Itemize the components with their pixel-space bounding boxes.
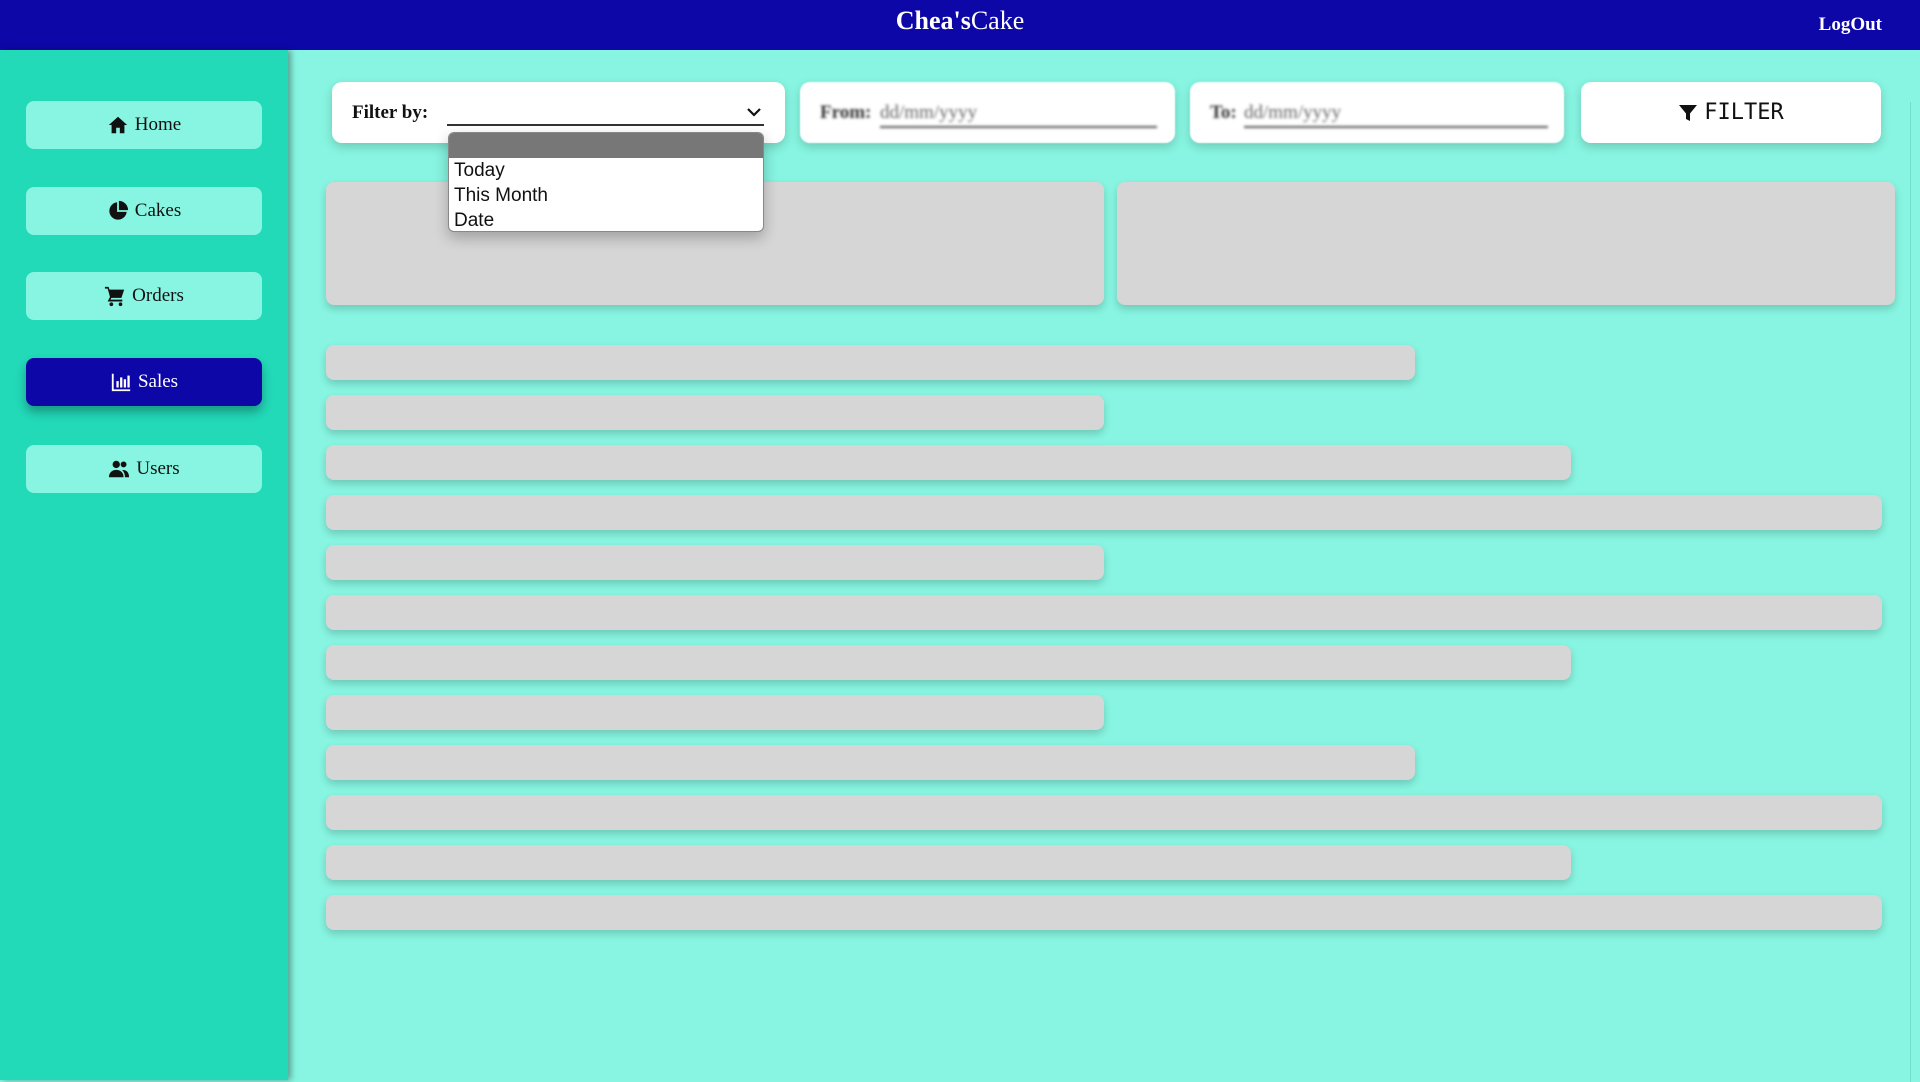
- sidebar-item-label: Users: [136, 458, 180, 479]
- filter-by-select[interactable]: [447, 100, 764, 126]
- filter-by-dropdown-list: Today This Month Date: [448, 132, 764, 232]
- to-date-card: To: dd/mm/yyyy: [1190, 82, 1564, 143]
- sidebar-item-cakes[interactable]: Cakes: [26, 187, 262, 235]
- dropdown-option-date[interactable]: Date: [449, 208, 763, 231]
- brand-title-regular: Cake: [970, 6, 1025, 35]
- skeleton-row: [326, 495, 1882, 530]
- cart-icon: [105, 286, 125, 307]
- skeleton-row: [326, 345, 1415, 380]
- sidebar-item-orders[interactable]: Orders: [26, 272, 262, 320]
- sidebar-item-label: Cakes: [134, 200, 182, 221]
- sidebar-item-label: Home: [134, 114, 182, 135]
- from-date-card: From: dd/mm/yyyy: [800, 82, 1175, 143]
- sidebar-item-label: Orders: [132, 285, 184, 306]
- logout-link[interactable]: LogOut: [1819, 14, 1882, 36]
- skeleton-row: [326, 895, 1882, 930]
- skeleton-row: [326, 745, 1415, 780]
- brand-title: Chea'sCake: [0, 6, 1920, 36]
- to-label: To:: [1210, 102, 1237, 123]
- skeleton-row: [326, 445, 1571, 480]
- page-scrollbar[interactable]: [1908, 50, 1920, 1082]
- funnel-icon: [1679, 104, 1698, 121]
- skeleton-row: [326, 395, 1104, 430]
- dropdown-option-today[interactable]: Today: [449, 158, 763, 183]
- filter-by-label: Filter by:: [352, 102, 429, 123]
- summary-card-placeholder: [1117, 182, 1895, 305]
- sidebar: Home Cakes Orders Sales Users: [0, 50, 288, 1080]
- filter-button-label: FILTER: [1704, 100, 1784, 125]
- pie-chart-icon: [109, 200, 128, 220]
- skeleton-row: [326, 545, 1104, 580]
- from-date-input[interactable]: dd/mm/yyyy: [880, 100, 1157, 128]
- skeleton-row: [326, 795, 1882, 830]
- sidebar-item-sales[interactable]: Sales: [26, 358, 262, 406]
- skeleton-row: [326, 845, 1571, 880]
- to-date-input[interactable]: dd/mm/yyyy: [1244, 100, 1548, 128]
- dropdown-option-blank[interactable]: [449, 133, 763, 158]
- top-header: Chea'sCake LogOut: [0, 0, 1920, 50]
- scrollbar-thumb[interactable]: [1910, 102, 1918, 1082]
- sidebar-item-users[interactable]: Users: [26, 445, 262, 493]
- home-icon: [108, 116, 127, 134]
- brand-title-bold: Chea's: [895, 6, 971, 35]
- users-icon: [109, 460, 130, 478]
- bar-chart-icon: [111, 373, 131, 392]
- skeleton-row: [326, 695, 1104, 730]
- sidebar-item-label: Sales: [137, 371, 179, 392]
- chevron-down-icon: [747, 108, 761, 117]
- dropdown-option-this-month[interactable]: This Month: [449, 183, 763, 208]
- skeleton-row: [326, 595, 1882, 630]
- skeleton-row: [326, 645, 1571, 680]
- filter-button[interactable]: FILTER: [1581, 82, 1881, 143]
- sidebar-item-home[interactable]: Home: [26, 101, 262, 149]
- from-label: From:: [820, 102, 872, 123]
